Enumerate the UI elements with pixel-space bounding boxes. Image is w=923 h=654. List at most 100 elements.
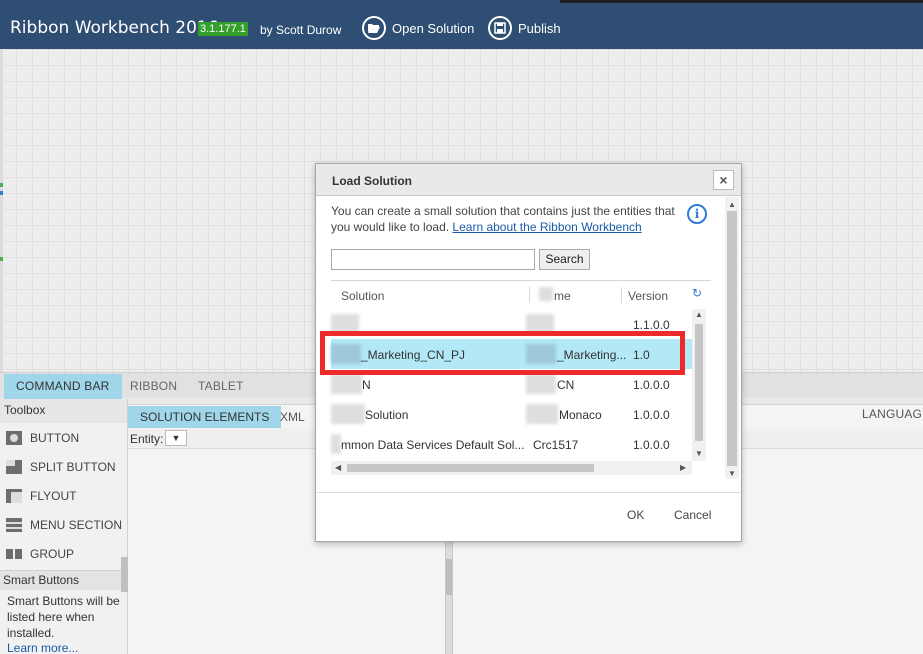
flyout-icon [6, 488, 22, 503]
toolbox-group[interactable]: GROUP [0, 539, 127, 568]
entity-label: Entity: [130, 432, 164, 446]
open-solution-button[interactable]: Open Solution [362, 13, 474, 43]
load-solution-dialog: Load Solution × You can create a small s… [315, 163, 742, 542]
redacted-block [526, 374, 556, 394]
splitter-thumb[interactable] [446, 559, 452, 595]
smart-buttons-text: Smart Buttons will be listed here when i… [7, 594, 120, 640]
row-name-cell: Crc1517 [533, 438, 579, 452]
redacted-block [331, 434, 341, 454]
redacted-block [331, 374, 362, 394]
toolbox-menu-section[interactable]: MENU SECTION [0, 510, 127, 539]
tab-xml[interactable]: XML [268, 406, 317, 428]
column-header-name[interactable]: me [554, 289, 571, 303]
row-name-cell: CN [557, 378, 575, 392]
scroll-down-icon[interactable]: ▼ [728, 469, 736, 478]
grid-vscroll-thumb[interactable] [695, 324, 703, 441]
row-version-cell: 1.0.0.0 [633, 378, 670, 392]
app-header: Ribbon Workbench 2016 3.1.177.1 by Scott… [0, 0, 923, 49]
language-header: LANGUAGE [862, 407, 923, 421]
column-header-version[interactable]: Version [628, 289, 668, 303]
scroll-left-icon[interactable]: ◀ [335, 463, 341, 472]
scroll-right-icon[interactable]: ▶ [680, 463, 686, 472]
solution-row[interactable]: 1.1.0.0 [331, 309, 692, 339]
redacted-block [331, 404, 365, 424]
entity-dropdown[interactable]: ▼ [165, 430, 187, 446]
row-version-cell: 1.0.0.0 [633, 408, 670, 422]
grid-hscroll-thumb[interactable] [347, 464, 594, 472]
column-separator [529, 287, 530, 303]
redacted-block [526, 344, 556, 364]
open-solution-label: Open Solution [392, 20, 475, 36]
scroll-down-icon[interactable]: ▼ [695, 449, 703, 458]
row-solution-cell: Solution [365, 408, 409, 422]
button-icon [6, 430, 22, 445]
row-name-cell: _Marketing... [557, 348, 627, 362]
split-button-icon [6, 459, 22, 474]
tab-ribbon[interactable]: RIBBON [118, 374, 189, 399]
folder-open-icon [362, 16, 386, 40]
solutions-grid: Solution me Version ↻ 1.1.0.0 _Marketing… [331, 280, 711, 480]
window-top-strip [560, 0, 923, 3]
version-badge: 3.1.177.1 [198, 22, 248, 36]
redacted-block [539, 287, 553, 301]
learn-more-link[interactable]: Learn more... [7, 641, 78, 654]
toolbox-flyout-label: FLYOUT [30, 488, 77, 503]
group-icon [6, 547, 22, 561]
ok-button[interactable]: OK [627, 508, 644, 522]
publish-label: Publish [518, 20, 561, 36]
close-button[interactable]: × [713, 170, 734, 190]
edge-marker [0, 183, 3, 187]
toolbox-panel: Toolbox BUTTON SPLIT BUTTON FLYOUT MENU … [0, 399, 128, 654]
toolbox-split-button[interactable]: SPLIT BUTTON [0, 452, 127, 481]
column-separator [621, 287, 622, 303]
toolbox-button[interactable]: BUTTON [0, 423, 127, 452]
canvas-left-edge [0, 49, 3, 372]
scroll-up-icon[interactable]: ▲ [728, 200, 736, 209]
grid-vertical-scrollbar[interactable]: ▲ ▼ [692, 309, 706, 461]
toolbox-header: Toolbox [0, 399, 127, 423]
redacted-block [331, 344, 361, 364]
row-version-cell: 1.1.0.0 [633, 318, 670, 332]
solution-row-selected[interactable]: _Marketing_CN_PJ _Marketing... 1.0 [331, 339, 692, 369]
redacted-block [526, 314, 554, 334]
grid-horizontal-scrollbar[interactable]: ◀ ▶ [331, 461, 692, 475]
dialog-description: You can create a small solution that con… [331, 203, 683, 235]
redacted-block [526, 404, 558, 424]
dialog-body: You can create a small solution that con… [317, 197, 724, 492]
row-version-cell: 1.0.0.0 [633, 438, 670, 452]
row-name-cell: Monaco [559, 408, 602, 422]
column-header-solution[interactable]: Solution [341, 289, 384, 303]
app-title: Ribbon Workbench 2016 [10, 18, 219, 38]
search-button[interactable]: Search [539, 249, 590, 270]
row-solution-cell: _Marketing_CN_PJ [361, 348, 466, 362]
redacted-block [331, 314, 359, 334]
dialog-title: Load Solution [332, 174, 412, 188]
tab-tablet[interactable]: TABLET [186, 374, 256, 399]
dialog-footer-divider [317, 492, 740, 493]
toolbox-group-label: GROUP [30, 546, 75, 561]
cancel-button[interactable]: Cancel [674, 508, 711, 522]
toolbox-scrollbar[interactable] [121, 557, 128, 592]
toolbox-menu-section-label: MENU SECTION [30, 517, 123, 532]
row-solution-cell: N [362, 378, 371, 392]
search-input[interactable] [331, 249, 535, 270]
solution-row[interactable]: mmon Data Services Default Sol... Crc151… [331, 429, 692, 459]
menu-section-icon [6, 517, 22, 532]
dialog-vertical-scrollbar[interactable]: ▲ ▼ [725, 197, 739, 479]
edge-marker [0, 257, 3, 261]
smart-buttons-header: Smart Buttons [0, 570, 121, 590]
solution-row[interactable]: N CN 1.0.0.0 [331, 369, 692, 399]
tab-command-bar[interactable]: COMMAND BAR [4, 374, 122, 399]
publish-button[interactable]: Publish [488, 13, 561, 43]
toolbox-split-button-label: SPLIT BUTTON [30, 459, 116, 474]
info-icon: i [687, 204, 707, 224]
solution-row[interactable]: Solution Monaco 1.0.0.0 [331, 399, 692, 429]
learn-ribbon-workbench-link[interactable]: Learn about the Ribbon Workbench [452, 220, 641, 234]
scroll-up-icon[interactable]: ▲ [695, 310, 703, 319]
tab-solution-elements[interactable]: SOLUTION ELEMENTS [128, 406, 282, 428]
dialog-vscroll-thumb[interactable] [727, 211, 737, 466]
save-disk-icon [488, 16, 512, 40]
dialog-title-bar: Load Solution × [316, 164, 741, 196]
refresh-icon[interactable]: ↻ [692, 286, 702, 300]
toolbox-flyout[interactable]: FLYOUT [0, 481, 127, 510]
